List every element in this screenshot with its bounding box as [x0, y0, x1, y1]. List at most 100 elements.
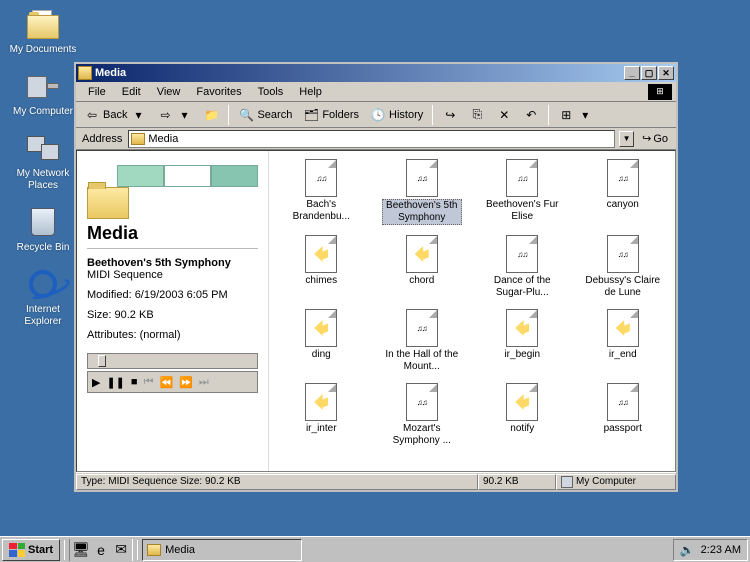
- selected-modified: Modified: 6/19/2003 6:05 PM: [87, 289, 258, 301]
- maximize-button[interactable]: ▢: [641, 66, 657, 80]
- folder-icon: [131, 133, 145, 145]
- chevron-down-icon: ▾: [577, 107, 593, 123]
- rewind-button[interactable]: ⏪: [159, 376, 173, 389]
- file-list-pane[interactable]: ♫♫Bach's Brandenbu...♫♫Beethoven's 5th S…: [269, 151, 675, 471]
- file-item[interactable]: ♫♫Debussy's Claire de Lune: [575, 235, 672, 299]
- file-item[interactable]: ir_begin: [474, 309, 571, 373]
- moveto-button[interactable]: ↪: [438, 105, 462, 125]
- midi-file-icon: ♫♫: [607, 235, 639, 273]
- undo-icon: ↶: [523, 107, 539, 123]
- address-label: Address: [80, 133, 124, 145]
- go-button[interactable]: ↪Go: [638, 130, 672, 147]
- minimize-button[interactable]: _: [624, 66, 640, 80]
- clock[interactable]: 2:23 AM: [701, 544, 741, 556]
- file-item[interactable]: ir_inter: [273, 383, 370, 447]
- file-label: ding: [281, 349, 361, 361]
- copyto-button[interactable]: ⎘: [465, 105, 489, 125]
- taskbar-button-media[interactable]: Media: [142, 539, 302, 561]
- file-label: chord: [382, 275, 462, 287]
- titlebar[interactable]: Media _ ▢ ✕: [76, 64, 676, 82]
- file-item[interactable]: chord: [374, 235, 471, 299]
- file-item[interactable]: ♫♫passport: [575, 383, 672, 447]
- skip-forward-button[interactable]: ⏭: [199, 376, 209, 389]
- folder-icon: [87, 187, 129, 219]
- start-button[interactable]: Start: [2, 539, 60, 561]
- file-label: Beethoven's Fur Elise: [482, 199, 562, 223]
- menu-edit[interactable]: Edit: [114, 84, 149, 100]
- file-label: Mozart's Symphony ...: [382, 423, 462, 447]
- status-text: Type: MIDI Sequence Size: 90.2 KB: [76, 474, 478, 490]
- wav-file-icon: [506, 383, 538, 421]
- file-item[interactable]: ♫♫ canyon: [575, 159, 672, 225]
- volume-icon[interactable]: 🔊: [680, 543, 695, 557]
- file-item[interactable]: ♫♫Dance of the Sugar-Plu...: [474, 235, 571, 299]
- ie-quicklaunch-icon[interactable]: e: [92, 541, 110, 559]
- network-icon: [27, 132, 59, 164]
- wav-file-icon: [506, 309, 538, 347]
- file-item[interactable]: ding: [273, 309, 370, 373]
- monitor-icon: [561, 476, 573, 488]
- file-item[interactable]: ♫♫Beethoven's 5th Symphony: [374, 159, 471, 225]
- folders-button[interactable]: 🗂Folders: [299, 105, 363, 125]
- explorer-window: Media _ ▢ ✕ File Edit View Favorites Too…: [74, 62, 678, 492]
- pane-heading: Media: [87, 223, 258, 244]
- play-button[interactable]: ▶: [92, 376, 100, 389]
- wav-file-icon: [607, 309, 639, 347]
- taskbar: Start 🖥 e ✉ Media 🔊 2:23 AM: [0, 536, 750, 562]
- forward-button[interactable]: ⇨▾: [153, 105, 196, 125]
- pause-button[interactable]: ❚❚: [106, 376, 124, 389]
- my-network-places-icon[interactable]: My Network Places: [8, 132, 78, 192]
- menu-help[interactable]: Help: [291, 84, 330, 100]
- address-dropdown[interactable]: ▼: [619, 131, 634, 147]
- stop-button[interactable]: ■: [131, 376, 138, 388]
- addressbar: Address Media ▼ ↪Go: [76, 128, 676, 150]
- undo-button[interactable]: ↶: [519, 105, 543, 125]
- wav-file-icon: [406, 235, 438, 273]
- seek-thumb[interactable]: [98, 355, 106, 367]
- midi-file-icon: ♫♫: [406, 159, 438, 197]
- search-button[interactable]: 🔍Search: [234, 105, 296, 125]
- toolbar: ⇦Back▾ ⇨▾ 📁 🔍Search 🗂Folders 🕓History ↪ …: [76, 102, 676, 128]
- file-item[interactable]: notify: [474, 383, 571, 447]
- midi-file-icon: ♫♫: [607, 159, 639, 197]
- back-arrow-icon: ⇦: [84, 107, 100, 123]
- folder-artwork: [87, 161, 258, 219]
- file-item[interactable]: ♫♫In the Hall of the Mount...: [374, 309, 471, 373]
- back-button[interactable]: ⇦Back▾: [80, 105, 150, 125]
- file-item[interactable]: ♫♫Mozart's Symphony ...: [374, 383, 471, 447]
- menu-view[interactable]: View: [149, 84, 189, 100]
- close-button[interactable]: ✕: [658, 66, 674, 80]
- internet-explorer-icon[interactable]: Internet Explorer: [8, 268, 78, 328]
- views-button[interactable]: ⊞▾: [554, 105, 597, 125]
- up-button[interactable]: 📁: [199, 105, 223, 125]
- skip-back-button[interactable]: ⏮: [144, 376, 154, 389]
- file-item[interactable]: ♫♫Beethoven's Fur Elise: [474, 159, 571, 225]
- menu-file[interactable]: File: [80, 84, 114, 100]
- menu-tools[interactable]: Tools: [250, 84, 292, 100]
- window-title: Media: [95, 67, 624, 79]
- show-desktop-icon[interactable]: 🖥: [72, 541, 90, 559]
- menu-favorites[interactable]: Favorites: [188, 84, 249, 100]
- history-icon: 🕓: [370, 107, 386, 123]
- file-item[interactable]: ♫♫Bach's Brandenbu...: [273, 159, 370, 225]
- recycle-bin-icon[interactable]: Recycle Bin: [8, 206, 78, 254]
- menubar: File Edit View Favorites Tools Help ⊞: [76, 82, 676, 102]
- delete-button[interactable]: ✕: [492, 105, 516, 125]
- outlook-quicklaunch-icon[interactable]: ✉: [112, 541, 130, 559]
- history-button[interactable]: 🕓History: [366, 105, 427, 125]
- file-item[interactable]: ir_end: [575, 309, 672, 373]
- chevron-down-icon: ▾: [176, 107, 192, 123]
- my-documents-icon[interactable]: My Documents: [8, 8, 78, 56]
- my-computer-icon[interactable]: My Computer: [8, 70, 78, 118]
- seek-bar[interactable]: [87, 353, 258, 369]
- content-area: Media Beethoven's 5th Symphony MIDI Sequ…: [76, 150, 676, 472]
- file-label: Debussy's Claire de Lune: [583, 275, 663, 299]
- file-label: canyon: [583, 199, 663, 211]
- address-input[interactable]: Media: [128, 130, 615, 148]
- status-size: 90.2 KB: [478, 474, 556, 490]
- folder-icon: [147, 544, 161, 556]
- selected-size: Size: 90.2 KB: [87, 309, 258, 321]
- fast-forward-button[interactable]: ⏩: [179, 376, 193, 389]
- file-label: passport: [583, 423, 663, 435]
- file-item[interactable]: chimes: [273, 235, 370, 299]
